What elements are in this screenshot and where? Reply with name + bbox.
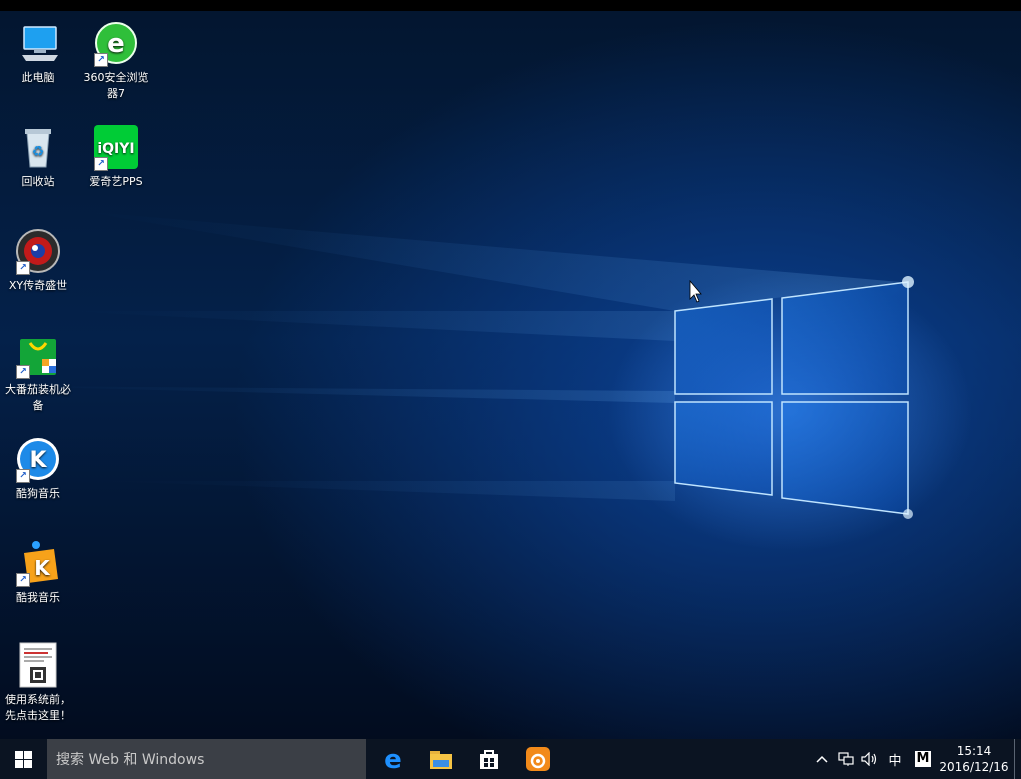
edge-icon: e bbox=[384, 747, 402, 771]
show-hidden-icons-button[interactable] bbox=[810, 739, 834, 779]
desktop-icon-kugou[interactable]: K ↗ 酷狗音乐 bbox=[0, 435, 76, 502]
desktop-icon-label: 使用系统前，先点击这里！ bbox=[5, 693, 71, 722]
shortcut-arrow-icon: ↗ bbox=[16, 573, 30, 587]
taskbar: 搜索 Web 和 Windows e 中 M 15:14 2016/12/16 bbox=[0, 739, 1021, 779]
volume-button[interactable] bbox=[858, 739, 882, 779]
desktop-wallpaper[interactable] bbox=[0, 11, 1021, 739]
iqiyi-logo-text: iQIYI bbox=[97, 141, 134, 157]
desktop-icon-label: 酷我音乐 bbox=[16, 591, 60, 604]
shopping-bag-icon: ↗ bbox=[14, 331, 62, 379]
svg-text:e: e bbox=[107, 29, 125, 59]
desktop-icon-label: 360安全浏览器7 bbox=[83, 71, 149, 100]
desktop-icon-label: 大番茄装机必备 bbox=[5, 383, 71, 412]
desktop-icon-this-pc[interactable]: 此电脑 bbox=[0, 19, 76, 86]
speaker-icon bbox=[861, 752, 877, 766]
svg-text:♻: ♻ bbox=[32, 144, 45, 160]
store-icon bbox=[480, 750, 498, 769]
desktop-icon-dafanqie[interactable]: ↗ 大番茄装机必备 bbox=[0, 331, 76, 414]
shortcut-arrow-icon: ↗ bbox=[94, 53, 108, 67]
computer-icon bbox=[14, 19, 62, 67]
browser-360-icon: e ↗ bbox=[92, 19, 140, 67]
shortcut-arrow-icon: ↗ bbox=[16, 469, 30, 483]
desktop-icon-label: 酷狗音乐 bbox=[16, 487, 60, 500]
taskbar-app-file-explorer[interactable] bbox=[417, 739, 465, 779]
kugou-letter: K bbox=[29, 448, 47, 473]
desktop-icon-recycle-bin[interactable]: ♻ 回收站 bbox=[0, 123, 76, 190]
top-black-bar bbox=[0, 0, 1021, 11]
search-placeholder: 搜索 Web 和 Windows bbox=[56, 752, 205, 768]
ime-mode-icon: M bbox=[915, 751, 931, 767]
windows-logo-icon bbox=[15, 750, 32, 768]
desktop-icon-360-browser[interactable]: e ↗ 360安全浏览器7 bbox=[78, 19, 154, 102]
search-input[interactable]: 搜索 Web 和 Windows bbox=[47, 739, 366, 779]
shortcut-arrow-icon: ↗ bbox=[16, 365, 30, 379]
desktop-icon-iqiyi[interactable]: iQIYI ↗ 爱奇艺PPS bbox=[78, 123, 154, 190]
desktop-icon-label: 此电脑 bbox=[21, 71, 55, 84]
recycle-bin-icon: ♻ bbox=[14, 123, 62, 171]
desktop-screen: 此电脑 e ↗ 360安全浏览器7 ♻ 回收站 iQIYI ↗ 爱奇艺PPS ↗… bbox=[0, 0, 1021, 779]
desktop-icon-label: 回收站 bbox=[21, 175, 55, 188]
network-button[interactable] bbox=[834, 739, 858, 779]
windows-logo-wallpaper bbox=[0, 211, 914, 519]
desktop-icon-label: XY传奇盛世 bbox=[8, 279, 68, 292]
taskbar-app-uc-browser[interactable] bbox=[514, 739, 562, 779]
kugou-icon: K ↗ bbox=[14, 435, 62, 483]
network-icon bbox=[838, 752, 854, 766]
taskbar-app-edge[interactable]: e bbox=[369, 739, 417, 779]
shortcut-arrow-icon: ↗ bbox=[16, 261, 30, 275]
ime-language-button[interactable]: 中 bbox=[882, 739, 908, 779]
ime-mode-button[interactable]: M bbox=[908, 739, 938, 779]
document-icon bbox=[14, 641, 62, 689]
ime-language-label: 中 bbox=[888, 753, 902, 769]
clock-date: 2016/12/16 bbox=[939, 760, 1009, 774]
clock[interactable]: 15:14 2016/12/16 bbox=[938, 739, 1010, 779]
iqiyi-icon: iQIYI ↗ bbox=[92, 123, 140, 171]
folder-icon bbox=[430, 751, 452, 769]
uc-browser-icon bbox=[526, 747, 550, 771]
show-desktop-button[interactable] bbox=[1014, 739, 1021, 779]
chevron-up-icon bbox=[816, 755, 828, 763]
desktop-icon-label: 爱奇艺PPS bbox=[89, 175, 143, 188]
clock-time: 15:14 bbox=[956, 744, 992, 758]
system-tray: 中 M 15:14 2016/12/16 bbox=[810, 739, 1021, 779]
taskbar-app-store[interactable] bbox=[465, 739, 513, 779]
desktop-icon-kuwo[interactable]: K ↗ 酷我音乐 bbox=[0, 539, 76, 606]
kuwo-letter: K bbox=[34, 556, 51, 580]
kuwo-icon: K ↗ bbox=[14, 539, 62, 587]
game-icon: ↗ bbox=[14, 227, 62, 275]
svg-text:e: e bbox=[384, 747, 402, 771]
desktop-icon-readme[interactable]: 使用系统前，先点击这里！ bbox=[0, 641, 76, 724]
start-button[interactable] bbox=[0, 739, 47, 779]
shortcut-arrow-icon: ↗ bbox=[94, 157, 108, 171]
desktop-icon-xy-game[interactable]: ↗ XY传奇盛世 bbox=[0, 227, 76, 294]
